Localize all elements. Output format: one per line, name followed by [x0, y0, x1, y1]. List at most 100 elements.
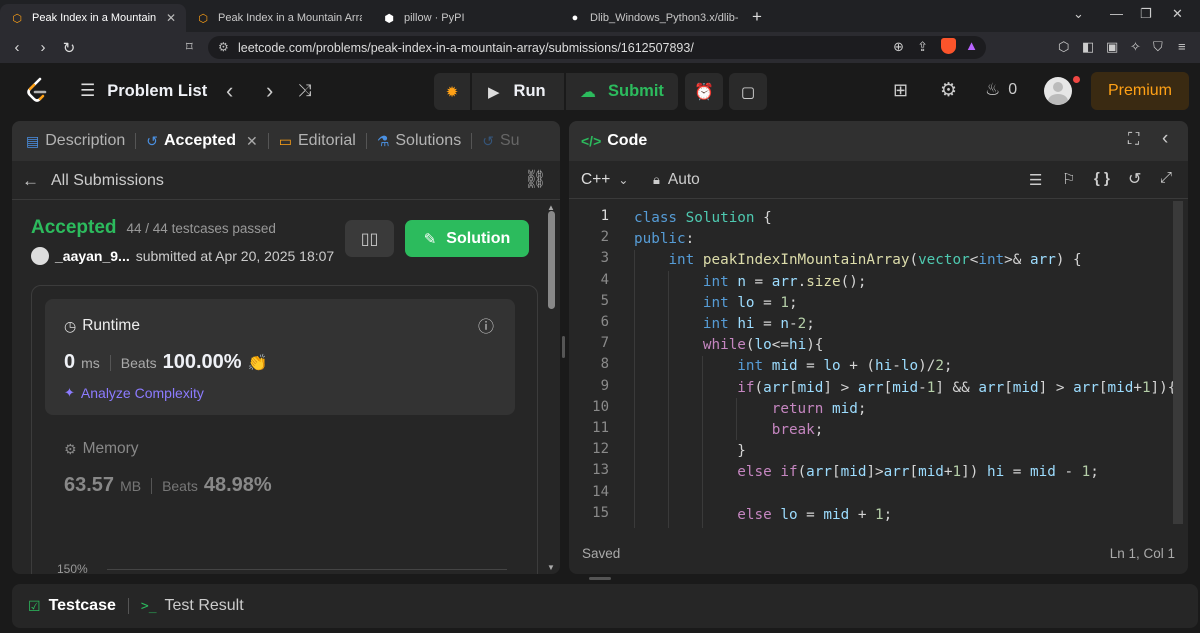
code-scrollbar[interactable]	[1173, 201, 1183, 524]
settings-icon[interactable]: ⚙	[940, 79, 957, 102]
premium-button[interactable]: Premium	[1091, 72, 1189, 110]
extensions-icon[interactable]: ⬡	[1058, 39, 1069, 55]
new-tab-icon[interactable]: +	[752, 7, 762, 27]
prev-problem-icon[interactable]: ‹	[226, 78, 233, 104]
tab-description[interactable]: ▤ Description	[12, 132, 135, 150]
format-icon[interactable]: ☰	[1029, 171, 1042, 189]
sidebar-icon[interactable]: ◧	[1082, 39, 1094, 55]
link-icon[interactable]: ⛓	[524, 169, 547, 190]
username[interactable]: _aayan_9...	[55, 248, 130, 264]
all-submissions-link[interactable]: ← All Submissions	[22, 171, 164, 191]
scroll-down-icon[interactable]: ▼	[547, 563, 555, 572]
menu-icon[interactable]: ≡	[1178, 39, 1186, 54]
shuffle-icon[interactable]: ⤨	[298, 81, 312, 101]
code-token: else	[737, 506, 781, 523]
code-token: mid	[840, 464, 867, 481]
tab-submissions[interactable]: ↺ Su	[472, 132, 529, 150]
editorial-button[interactable]: ▯▯	[345, 220, 394, 257]
chart-gridline	[107, 569, 507, 570]
memory-header: ⚙ Memory	[64, 440, 139, 458]
forward-icon[interactable]: ›	[30, 39, 56, 56]
brave-shield-icon[interactable]	[941, 38, 956, 54]
minimize-icon[interactable]: —	[1110, 6, 1123, 21]
layout-grid-icon[interactable]: ⊞	[893, 80, 908, 101]
analyze-complexity-link[interactable]: ✦ Analyze Complexity	[64, 385, 204, 401]
reload-icon[interactable]: ↻	[56, 39, 82, 57]
close-tab-icon[interactable]: ✕	[246, 133, 258, 150]
info-icon[interactable]: ⓘ	[478, 313, 494, 337]
brave-rewards-icon[interactable]: ▲	[965, 38, 978, 53]
browser-tab-3[interactable]: ⬢ pillow · PyPI	[372, 4, 558, 32]
code-editor[interactable]: class Solution { public: int peakIndexIn…	[634, 208, 1174, 528]
indent-guide	[634, 250, 635, 528]
tab-list-icon[interactable]: ⌄	[1073, 6, 1084, 22]
zoom-icon[interactable]: ⊕	[893, 39, 904, 55]
line-number: 6	[600, 314, 609, 330]
url-field[interactable]: ⚙ leetcode.com/problems/peak-index-in-a-…	[208, 36, 986, 59]
braces-icon[interactable]: { }	[1094, 170, 1110, 187]
left-scrollbar[interactable]	[548, 211, 555, 309]
auto-mode-toggle[interactable]: 🔒︎ Auto	[653, 171, 700, 189]
share-icon[interactable]: ⇪	[917, 39, 928, 55]
code-token: [	[832, 464, 841, 481]
code-token: mid	[797, 379, 824, 396]
runtime-card[interactable]: ◷ Runtime ⓘ 0 ms Beats 100.00% 👏 ✦ Analy…	[45, 299, 515, 415]
close-window-icon[interactable]: ✕	[1172, 6, 1183, 22]
code-token: mid	[771, 358, 798, 375]
tab-testcase[interactable]: ☑ Testcase	[28, 597, 116, 615]
site-info-icon[interactable]: ⚙	[218, 40, 229, 54]
debug-button[interactable]: ✹	[434, 73, 470, 110]
code-token: 1	[875, 506, 884, 523]
restore-icon[interactable]: ❐	[1140, 6, 1152, 22]
close-tab-icon[interactable]: ✕	[166, 11, 176, 25]
open-book-icon: ▯▯	[360, 230, 379, 248]
leo-ai-icon[interactable]: ✧	[1130, 39, 1141, 55]
panel-splitter[interactable]	[562, 336, 565, 358]
notes-button[interactable]: ▢	[729, 73, 767, 110]
back-icon[interactable]: ‹	[4, 39, 30, 56]
wallet-icon[interactable]: ▣	[1106, 39, 1118, 55]
tab-test-result[interactable]: >_ Test Result	[141, 597, 244, 615]
bookmark-icon[interactable]: ⚐	[1062, 170, 1075, 188]
code-token: 1	[952, 464, 962, 481]
run-button[interactable]: ▶ Run	[472, 73, 564, 110]
browser-tab-1[interactable]: ⬡ Peak Index in a Mountain Array ✕	[0, 4, 186, 32]
solution-button[interactable]: ✎ Solution	[405, 220, 529, 257]
tab-code[interactable]: </> Code	[569, 132, 657, 150]
code-token: =	[797, 506, 824, 523]
maximize-icon[interactable]: ⛶	[1128, 131, 1139, 149]
scroll-up-icon[interactable]: ▲	[547, 203, 555, 212]
divider	[12, 199, 560, 200]
testcase-label: Testcase	[48, 597, 116, 614]
browser-tab-2[interactable]: ⬡ Peak Index in a Mountain Array - Su	[186, 4, 372, 32]
vpn-icon[interactable]: ⛉	[1153, 39, 1163, 55]
analyze-label: Analyze Complexity	[80, 385, 204, 401]
code-token: ;	[1090, 464, 1099, 481]
tab-solutions[interactable]: ⚗ Solutions	[367, 132, 471, 150]
leetcode-logo-icon[interactable]	[26, 77, 48, 103]
flask-icon: ⚗	[376, 132, 390, 149]
language-select[interactable]: C++ ⌄	[581, 171, 628, 189]
browser-tab-title: Peak Index in a Mountain Array - Su	[218, 12, 362, 24]
expand-icon[interactable]: ⤢	[1160, 169, 1172, 186]
next-problem-icon[interactable]: ›	[266, 78, 273, 104]
collapse-icon[interactable]: ‹	[1162, 128, 1168, 150]
bottom-splitter[interactable]	[589, 577, 611, 580]
submit-button[interactable]: ☁ Submit	[566, 73, 678, 110]
problem-list-button[interactable]: ☰ Problem List	[80, 81, 207, 101]
user-avatar[interactable]	[31, 247, 49, 265]
bookmark-icon[interactable]: ⌑	[186, 39, 193, 55]
code-line-12: }	[634, 441, 1174, 462]
avatar[interactable]	[1044, 77, 1072, 105]
code-token: [	[1004, 379, 1013, 396]
memory-card[interactable]: ⚙ Memory 63.57 MB Beats 48.98%	[45, 428, 515, 508]
reset-icon[interactable]: ↺	[1128, 169, 1141, 189]
tab-editorial[interactable]: ▭ Editorial	[269, 132, 366, 150]
cloud-upload-icon: ☁	[580, 83, 596, 101]
indent-guide	[668, 271, 669, 528]
browser-tab-4[interactable]: ● Dlib_Windows_Python3.x/dlib-19.24	[558, 4, 748, 32]
timer-button[interactable]: ⏰	[685, 73, 723, 110]
streak-counter[interactable]: ♨ 0	[985, 80, 1017, 100]
memory-value: 63.57	[64, 474, 115, 496]
tab-accepted[interactable]: ↺ Accepted ✕	[136, 132, 268, 150]
